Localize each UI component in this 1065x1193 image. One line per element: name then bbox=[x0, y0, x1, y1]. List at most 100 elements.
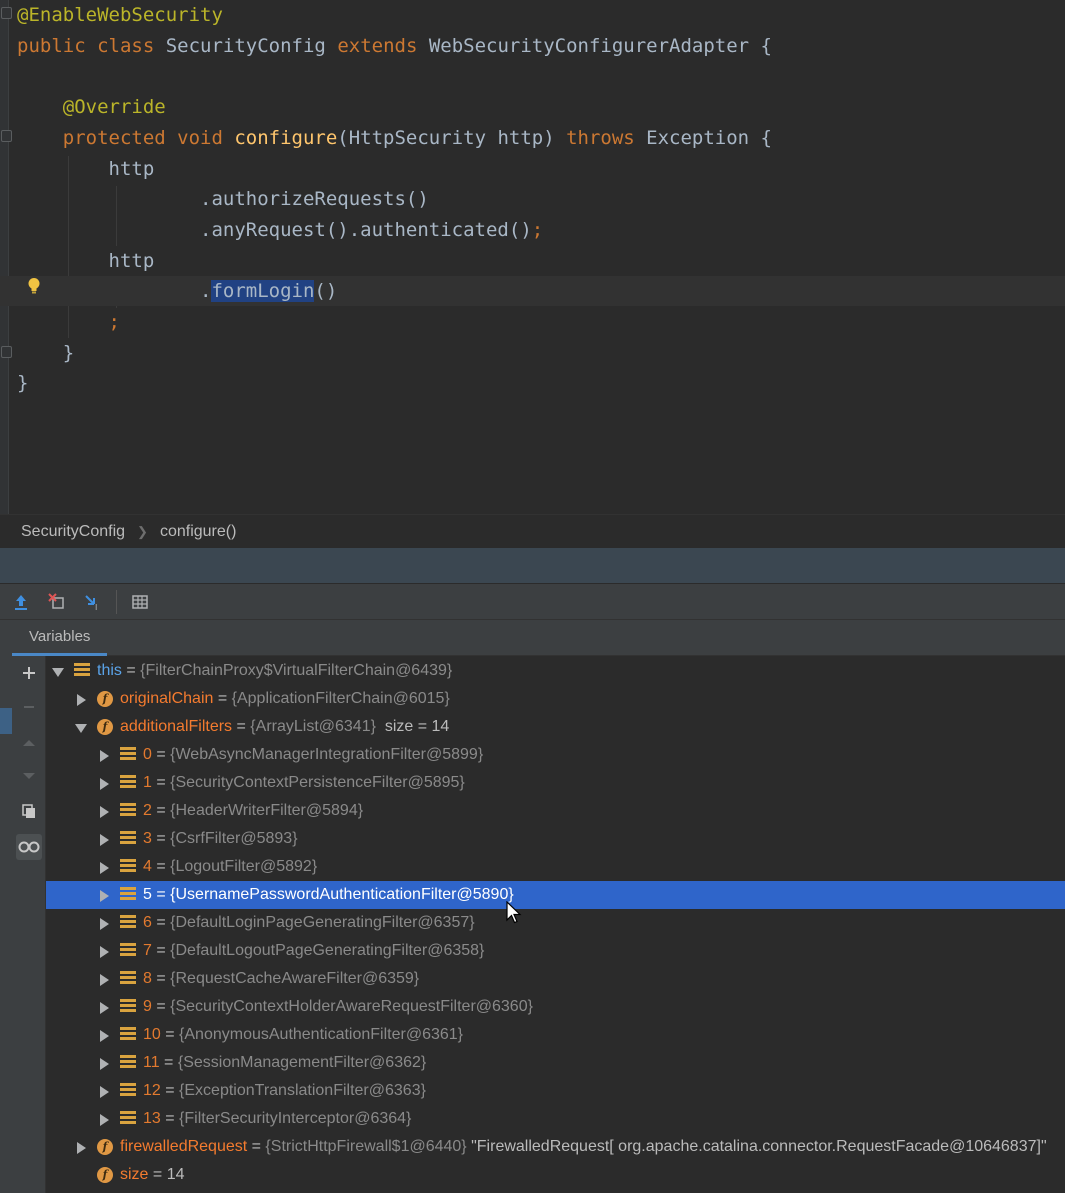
variables-side-toolbar bbox=[12, 656, 46, 1193]
expand-right-icon[interactable] bbox=[100, 946, 109, 958]
code-token: . bbox=[17, 280, 212, 302]
code-editor[interactable]: @EnableWebSecurity public class SecurityC… bbox=[0, 0, 1065, 514]
tree-row[interactable]: 7 = {DefaultLogoutPageGeneratingFilter@6… bbox=[46, 937, 1065, 965]
tree-row-label: 1 = {SecurityContextPersistenceFilter@58… bbox=[143, 774, 465, 791]
variable-name: 3 bbox=[143, 830, 152, 847]
expand-right-icon[interactable] bbox=[100, 862, 109, 874]
code-token: throws bbox=[566, 127, 647, 149]
expand-right-icon[interactable] bbox=[100, 834, 109, 846]
code-line[interactable]: .authorizeRequests() bbox=[0, 184, 1065, 214]
variable-name: 10 bbox=[143, 1026, 161, 1043]
code-line[interactable]: http bbox=[0, 154, 1065, 184]
expand-right-icon[interactable] bbox=[100, 890, 109, 902]
export-icon[interactable] bbox=[8, 589, 34, 615]
step-icon[interactable]: I bbox=[80, 589, 106, 615]
code-line[interactable]: } bbox=[0, 368, 1065, 398]
variable-value: {HeaderWriterFilter@5894} bbox=[170, 802, 364, 819]
tree-row[interactable]: 11 = {SessionManagementFilter@6362} bbox=[46, 1049, 1065, 1077]
variable-value: {FilterChainProxy$VirtualFilterChain@643… bbox=[140, 662, 453, 679]
variable-extra: size = 14 bbox=[375, 718, 450, 735]
expand-right-icon[interactable] bbox=[100, 1030, 109, 1042]
code-line[interactable]: public class SecurityConfig extends WebS… bbox=[0, 31, 1065, 61]
tree-row[interactable]: 2 = {HeaderWriterFilter@5894} bbox=[46, 797, 1065, 825]
tree-row[interactable]: 4 = {LogoutFilter@5892} bbox=[46, 853, 1065, 881]
table-icon[interactable] bbox=[127, 589, 153, 615]
tree-row[interactable]: 9 = {SecurityContextHolderAwareRequestFi… bbox=[46, 993, 1065, 1021]
tree-row[interactable]: f additionalFilters = {ArrayList@6341} si… bbox=[46, 713, 1065, 741]
tree-row[interactable]: 0 = {WebAsyncManagerIntegrationFilter@58… bbox=[46, 741, 1065, 769]
tree-row-label: 2 = {HeaderWriterFilter@5894} bbox=[143, 802, 364, 819]
variable-name: 1 bbox=[143, 774, 152, 791]
variable-name: 0 bbox=[143, 746, 152, 763]
code-line[interactable]: ; bbox=[0, 307, 1065, 337]
code-token: public class bbox=[17, 35, 166, 57]
expand-right-icon[interactable] bbox=[77, 694, 86, 706]
variable-value: {SessionManagementFilter@6362} bbox=[177, 1054, 427, 1071]
code-token: http bbox=[17, 250, 155, 272]
tab-variables[interactable]: Variables bbox=[12, 620, 108, 656]
expand-right-icon[interactable] bbox=[100, 1114, 109, 1126]
tree-row[interactable]: f originalChain = {ApplicationFilterChain… bbox=[46, 685, 1065, 713]
expand-right-icon[interactable] bbox=[100, 778, 109, 790]
breadcrumb-method[interactable]: configure() bbox=[160, 523, 236, 541]
tree-row[interactable]: this = {FilterChainProxy$VirtualFilterCh… bbox=[46, 657, 1065, 685]
variable-value: {DefaultLoginPageGeneratingFilter@6357} bbox=[170, 914, 475, 931]
move-down-icon[interactable] bbox=[16, 763, 42, 789]
code-line[interactable]: @Override bbox=[0, 92, 1065, 122]
tree-row[interactable]: 8 = {RequestCacheAwareFilter@6359} bbox=[46, 965, 1065, 993]
move-up-icon[interactable] bbox=[16, 730, 42, 756]
variable-name: 5 bbox=[143, 886, 152, 903]
add-watch-icon[interactable] bbox=[16, 660, 42, 686]
code-line[interactable]: @EnableWebSecurity bbox=[0, 0, 1065, 30]
expand-right-icon[interactable] bbox=[100, 1002, 109, 1014]
code-line[interactable]: .anyRequest().authenticated(); bbox=[0, 215, 1065, 245]
code-line[interactable]: .formLogin() bbox=[0, 276, 1065, 306]
tree-row[interactable]: 12 = {ExceptionTranslationFilter@6363} bbox=[46, 1077, 1065, 1105]
list-icon bbox=[120, 1055, 136, 1071]
tree-row[interactable]: 5 = {UsernamePasswordAuthenticationFilte… bbox=[46, 881, 1065, 909]
tree-row[interactable]: 6 = {DefaultLoginPageGeneratingFilter@63… bbox=[46, 909, 1065, 937]
variable-name: 6 bbox=[143, 914, 152, 931]
code-line[interactable]: http bbox=[0, 246, 1065, 276]
svg-text:I: I bbox=[95, 603, 97, 611]
lightbulb-icon[interactable] bbox=[27, 277, 41, 295]
glasses-icon[interactable] bbox=[16, 834, 42, 860]
variable-name: 12 bbox=[143, 1082, 161, 1099]
expand-right-icon[interactable] bbox=[100, 1058, 109, 1070]
expand-right-icon[interactable] bbox=[100, 974, 109, 986]
remove-icon[interactable] bbox=[44, 589, 70, 615]
expand-down-icon[interactable] bbox=[52, 668, 64, 677]
tree-row[interactable]: f size = 14 bbox=[46, 1161, 1065, 1189]
expand-right-icon[interactable] bbox=[100, 806, 109, 818]
variable-value: {FilterSecurityInterceptor@6364} bbox=[179, 1110, 412, 1127]
breadcrumb-class[interactable]: SecurityConfig bbox=[21, 523, 125, 541]
remove-watch-icon[interactable] bbox=[16, 694, 42, 720]
field-icon: f bbox=[97, 1167, 113, 1183]
expand-right-icon[interactable] bbox=[100, 1086, 109, 1098]
list-icon bbox=[120, 1111, 136, 1127]
variable-name: this bbox=[97, 662, 122, 679]
tree-row-label: size = 14 bbox=[120, 1166, 185, 1183]
variable-name: firewalledRequest bbox=[120, 1138, 248, 1155]
variables-tree[interactable]: this = {FilterChainProxy$VirtualFilterCh… bbox=[46, 656, 1065, 1193]
copy-icon[interactable] bbox=[16, 798, 42, 824]
tree-row[interactable]: f firewalledRequest = {StrictHttpFirewall… bbox=[46, 1133, 1065, 1161]
code-token: http bbox=[17, 158, 155, 180]
expand-right-icon[interactable] bbox=[100, 750, 109, 762]
code-token: } bbox=[17, 372, 29, 394]
tree-row[interactable]: 1 = {SecurityContextPersistenceFilter@58… bbox=[46, 769, 1065, 797]
tree-row-label: 6 = {DefaultLoginPageGeneratingFilter@63… bbox=[143, 914, 475, 931]
code-line[interactable] bbox=[0, 61, 1065, 91]
list-icon bbox=[120, 747, 136, 763]
tree-row[interactable]: 13 = {FilterSecurityInterceptor@6364} bbox=[46, 1105, 1065, 1133]
variable-name: additionalFilters bbox=[120, 718, 233, 735]
tree-row[interactable]: 3 = {CsrfFilter@5893} bbox=[46, 825, 1065, 853]
code-token: (HttpSecurity http) bbox=[337, 127, 567, 149]
expand-right-icon[interactable] bbox=[77, 1142, 86, 1154]
code-line[interactable]: } bbox=[0, 338, 1065, 368]
expand-down-icon[interactable] bbox=[75, 724, 87, 733]
expand-right-icon[interactable] bbox=[100, 918, 109, 930]
debug-panel-header bbox=[0, 548, 1065, 584]
code-line[interactable]: protected void configure(HttpSecurity ht… bbox=[0, 123, 1065, 153]
tree-row[interactable]: 10 = {AnonymousAuthenticationFilter@6361… bbox=[46, 1021, 1065, 1049]
